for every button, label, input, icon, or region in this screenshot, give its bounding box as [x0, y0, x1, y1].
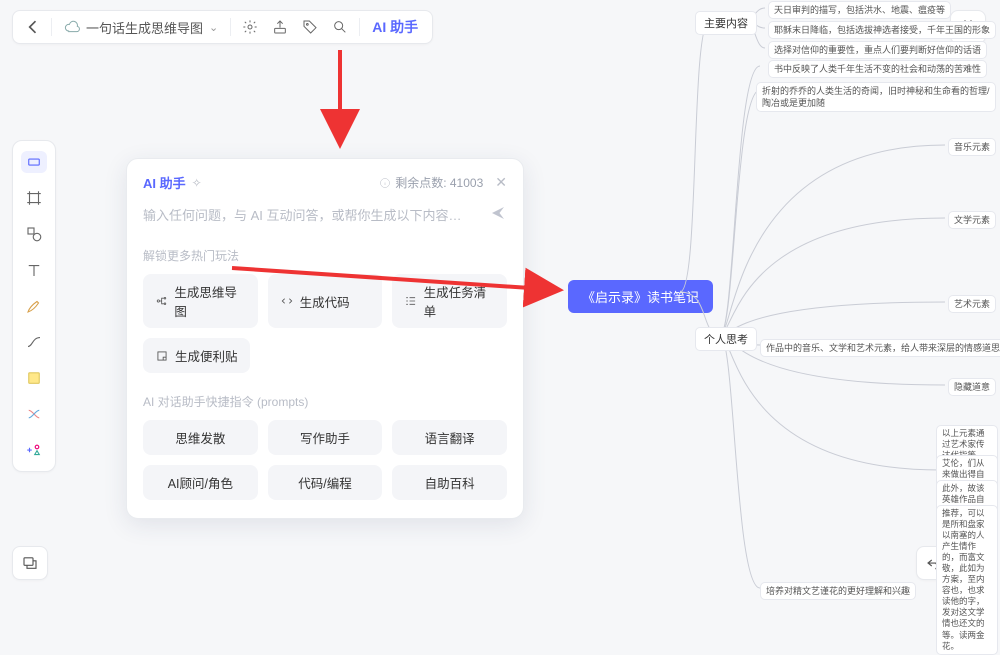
mindmap-node[interactable]: 主要内容	[695, 11, 757, 35]
text-icon	[25, 261, 43, 279]
tag-icon	[302, 19, 318, 35]
text-tool[interactable]	[21, 259, 47, 281]
chip-label: 生成代码	[300, 292, 350, 311]
section-label: 解锁更多热门玩法	[143, 247, 507, 264]
separator	[230, 18, 231, 36]
doc-title-dropdown[interactable]: 一句话生成思维导图 ⌄	[60, 14, 222, 40]
close-button[interactable]: ✕	[495, 174, 507, 191]
frame-icon	[25, 189, 43, 207]
select-tool[interactable]	[21, 151, 47, 173]
export-icon	[272, 19, 288, 35]
mindmap-node[interactable]: 隐藏道意	[948, 378, 996, 396]
mindmap-node[interactable]: 天日审判的描写，包括洪水、地震、瘟疫等	[768, 1, 951, 19]
mindmap-node[interactable]: 推荐，可以是所和盘家以南塞的人产生情作的，而富文敬，此如为方案，至内容也，也求读…	[936, 505, 998, 655]
separator	[359, 18, 360, 36]
separator	[51, 18, 52, 36]
cursor-rect-icon	[25, 153, 43, 171]
mindmap-node[interactable]: 音乐元素	[948, 138, 996, 156]
chip-label: 写作助手	[300, 428, 350, 447]
layers-button[interactable]	[12, 546, 48, 580]
layers-icon	[21, 554, 39, 572]
back-button[interactable]	[23, 14, 43, 40]
search-icon	[332, 19, 348, 35]
mindmap-node[interactable]: 艺术元素	[948, 295, 996, 313]
plus-shapes-icon	[25, 441, 43, 459]
credits-text: 剩余点数: 41003	[395, 174, 483, 191]
cloud-icon	[64, 19, 80, 35]
ai-assistant-toggle[interactable]: AI 助手	[368, 14, 422, 40]
action-generate-code[interactable]: 生成代码	[268, 274, 383, 328]
mindmap-icon	[155, 294, 168, 308]
prompt-inspire[interactable]: 思维发散	[143, 420, 258, 455]
settings-button[interactable]	[239, 14, 261, 40]
mindmap-node[interactable]: 作品中的音乐、文学和艺术元素，给人带来深层的情感道思	[760, 339, 1000, 357]
curve-icon	[25, 333, 43, 351]
credits-counter: 剩余点数: 41003	[379, 174, 483, 191]
sticky-icon	[155, 349, 169, 363]
search-button[interactable]	[329, 14, 351, 40]
mindmap-node[interactable]: 文学元素	[948, 211, 996, 229]
action-generate-sticky[interactable]: 生成便利贴	[143, 338, 250, 373]
code-icon	[280, 294, 294, 308]
export-button[interactable]	[269, 14, 291, 40]
prompt-writer[interactable]: 写作助手	[268, 420, 383, 455]
mindmap-node[interactable]: 耶稣末日降临，包括选拔神选者接受，千年王国的形象	[768, 21, 996, 39]
send-button[interactable]	[489, 204, 507, 227]
chip-label: 语言翻译	[425, 428, 475, 447]
prompt-wiki[interactable]: 自助百科	[392, 465, 507, 500]
shape-tool[interactable]	[21, 223, 47, 245]
chip-label: 生成任务清单	[424, 282, 495, 320]
shapes-icon	[25, 225, 43, 243]
doc-title: 一句话生成思维导图	[86, 18, 203, 37]
connector-tool[interactable]	[21, 331, 47, 353]
chip-label: 生成便利贴	[175, 346, 238, 365]
prompt-translate[interactable]: 语言翻译	[392, 420, 507, 455]
checklist-icon	[404, 294, 417, 308]
mindmap-node[interactable]: 个人思考	[695, 327, 757, 351]
ai-panel-title: AI 助手	[143, 173, 186, 192]
tag-button[interactable]	[299, 14, 321, 40]
left-toolbar	[12, 140, 56, 472]
pen-tool[interactable]	[21, 295, 47, 317]
chevron-down-icon: ⌄	[209, 21, 218, 34]
chip-label: AI顾问/角色	[168, 473, 233, 492]
info-icon	[379, 177, 391, 189]
frame-tool[interactable]	[21, 187, 47, 209]
section-label-2: AI 对话助手快捷指令 (prompts)	[143, 393, 507, 410]
sticky-note-tool[interactable]	[21, 367, 47, 389]
chip-label: 思维发散	[175, 428, 225, 447]
mindmap-node[interactable]: 折射的乔乔的人类生活的奇闻，旧时神秘和生命看的哲理/陶冶或是更加随	[756, 82, 996, 112]
ai-assistant-panel: AI 助手 ✧ 剩余点数: 41003 ✕ 解锁更多热门玩法 生成思维导图 生成…	[126, 158, 524, 519]
prompt-advisor[interactable]: AI顾问/角色	[143, 465, 258, 500]
mindmap-tool[interactable]	[21, 403, 47, 425]
mindmap-node[interactable]: 书中反映了人类千年生活不变的社会和动荡的苦难性	[768, 60, 987, 78]
more-tool[interactable]	[21, 439, 47, 461]
gear-icon	[242, 19, 258, 35]
chip-label: 生成思维导图	[174, 282, 245, 320]
mindmap-node[interactable]: 选择对信仰的重要性，重点人们要判断好信仰的话语	[768, 41, 987, 59]
mix-icon	[25, 405, 43, 423]
mindmap-root-node[interactable]: 《启示录》读书笔记	[568, 280, 713, 313]
top-toolbar: 一句话生成思维导图 ⌄ AI 助手	[12, 10, 433, 44]
sticky-icon	[25, 369, 43, 387]
chip-label: 代码/编程	[298, 473, 351, 492]
action-generate-mindmap[interactable]: 生成思维导图	[143, 274, 258, 328]
mindmap-node[interactable]: 培养对精文艺谨花的更好理解和兴趣	[760, 582, 916, 600]
action-generate-tasklist[interactable]: 生成任务清单	[392, 274, 507, 328]
prompt-coder[interactable]: 代码/编程	[268, 465, 383, 500]
pencil-icon	[25, 297, 43, 315]
sparkle-icon: ✧	[192, 176, 202, 190]
ai-prompt-input[interactable]	[143, 208, 481, 223]
send-icon	[489, 204, 507, 222]
chip-label: 自助百科	[425, 473, 475, 492]
